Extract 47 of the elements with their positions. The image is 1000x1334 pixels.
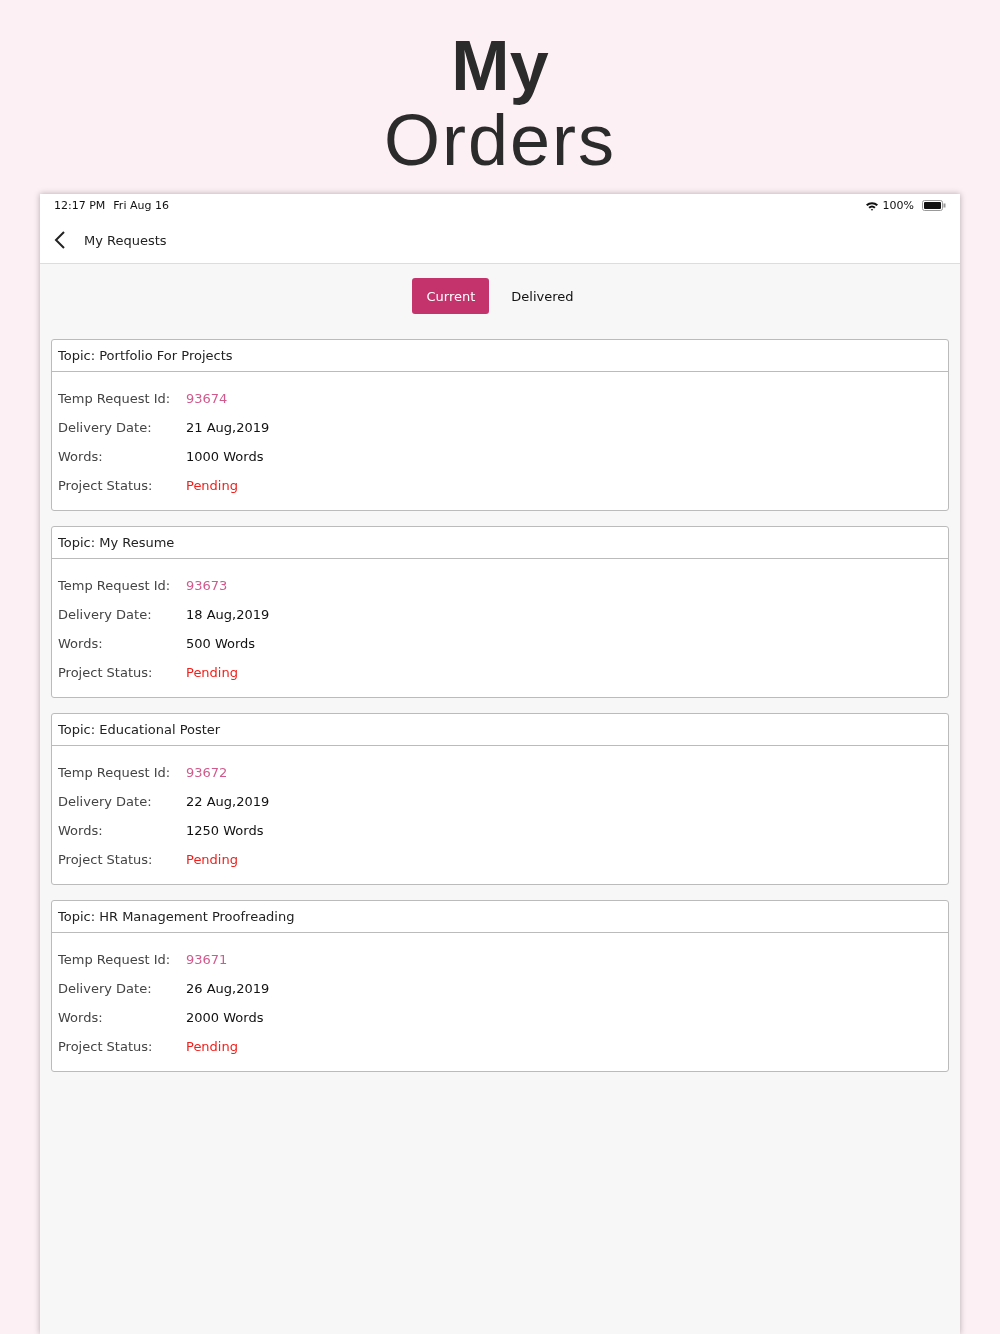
field-value: 18 Aug,2019 [186,607,270,622]
field-value: 93671 [186,952,228,967]
field-label: Project Status: [58,665,154,680]
field-value: 1000 Words [186,449,264,464]
order-topic: Topic: My Resume [52,527,948,559]
field-value: 93674 [186,391,228,406]
heading-title: My [450,28,550,104]
back-icon[interactable] [54,230,66,250]
field-value: 1250 Words [186,823,264,838]
battery-icon [922,200,946,211]
field-value: 93672 [186,765,228,780]
nav-title: My Requests [84,232,167,248]
order-topic: Topic: Educational Poster [52,714,948,746]
field-label: Temp Request Id: [58,578,172,593]
field-value: 500 Words [186,636,256,651]
field-label: Delivery Date: [58,420,153,435]
field-label: Project Status: [58,1039,154,1054]
wifi-icon [864,200,879,211]
field-label: Words: [58,1010,104,1025]
tab[interactable]: Delivered [497,278,588,314]
field-label: Temp Request Id: [58,391,172,406]
field-value: Pending [186,478,238,493]
field-value: 21 Aug,2019 [186,420,270,435]
status-date: Fri Aug 16 [113,199,169,212]
order-topic: Topic: Portfolio For Projects [52,340,948,372]
field-value: Pending [186,852,238,867]
field-label: Delivery Date: [58,981,153,996]
field-label: Project Status: [58,852,154,867]
field-value: 2000 Words [186,1010,264,1025]
field-label: Words: [58,823,104,838]
battery-percent: 100% [882,199,914,212]
order-topic: Topic: HR Management Proofreading [52,901,948,933]
field-label: Temp Request Id: [58,765,172,780]
status-time: 12:17 PM [54,199,106,212]
field-label: Delivery Date: [58,794,153,809]
field-label: Temp Request Id: [58,952,172,967]
field-value: 93673 [186,578,228,593]
field-value: Pending [186,665,238,680]
field-label: Words: [58,449,104,464]
field-value: Pending [186,1039,238,1054]
field-value: 22 Aug,2019 [186,794,270,809]
field-label: Project Status: [58,478,154,493]
heading-subtitle: Orders [383,104,616,176]
field-label: Delivery Date: [58,607,153,622]
tab[interactable]: Current [412,278,490,314]
field-value: 26 Aug,2019 [186,981,270,996]
field-label: Words: [58,636,104,651]
